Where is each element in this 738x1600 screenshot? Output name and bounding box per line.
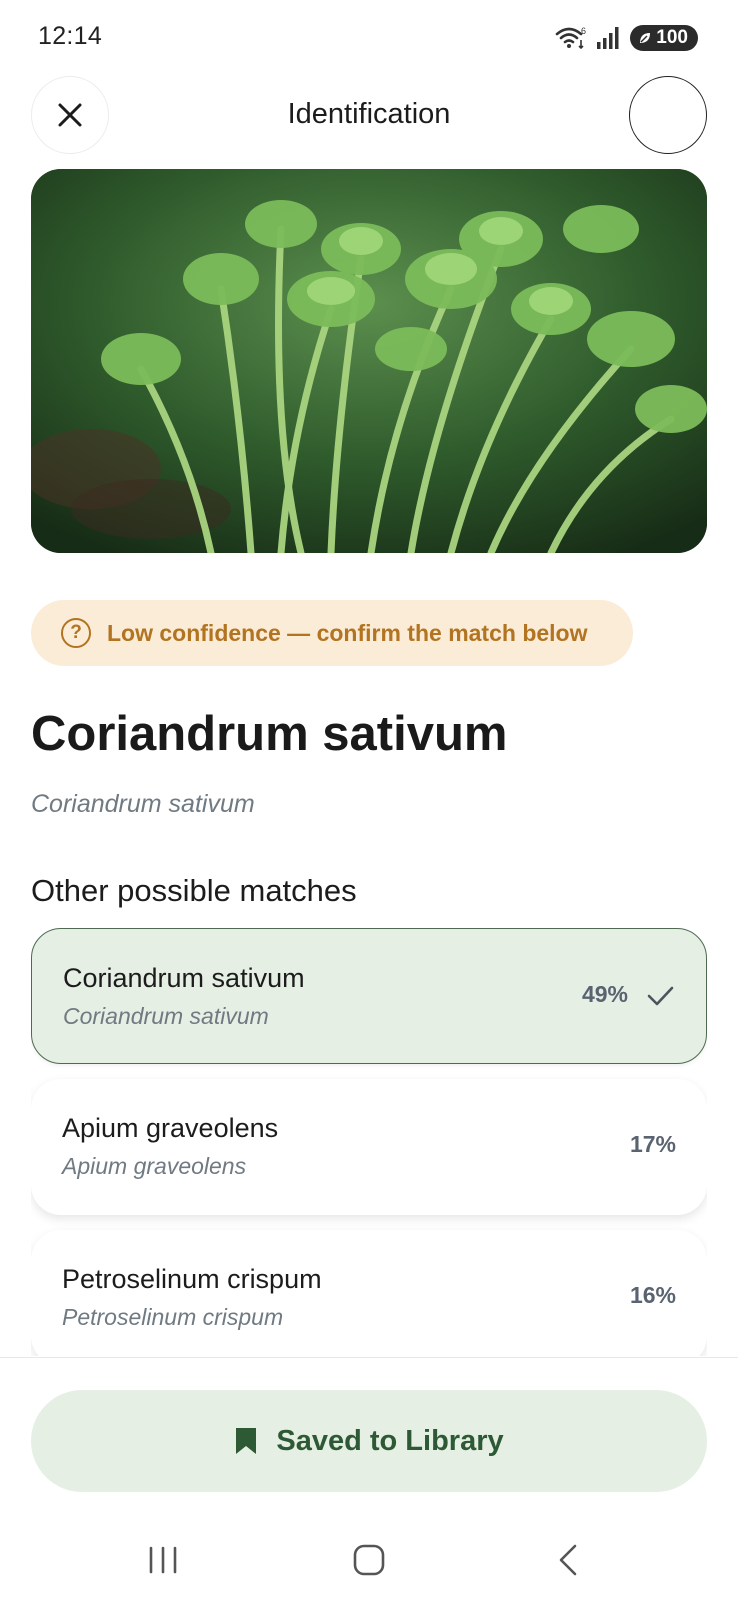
match-scientific-name: Coriandrum sativum [63,1003,269,1029]
plant-photo [31,169,707,553]
back-icon [559,1544,577,1576]
match-name: Apium graveolens [62,1113,279,1143]
match-name: Petroselinum crispum [62,1264,322,1294]
check-icon [647,986,674,1006]
page-title: Identification [287,98,451,130]
avatar-button[interactable] [629,76,707,154]
match-percent: 49% [581,981,628,1007]
cilantro-plant-photo [31,169,707,553]
recents-button[interactable] [133,1538,193,1582]
matches-list: Coriandrum sativum Coriandrum sativum 49… [31,928,707,1356]
match-percent: 16% [629,1282,676,1308]
confidence-text: Low confidence — confirm the match below [107,619,588,646]
result-name: Coriandrum sativum [31,707,508,761]
recents-icon [149,1546,177,1574]
status-bar: 12:14 6 100 [0,0,738,76]
match-name: Coriandrum sativum [63,963,305,993]
home-icon [353,1544,385,1576]
home-button[interactable] [339,1538,399,1582]
matches-title: Other possible matches [31,873,357,908]
header: Identification [0,76,738,154]
battery-level: 100 [656,27,688,48]
match-card[interactable]: Apium graveolens Apium graveolens 17% [31,1079,707,1215]
divider [0,1357,738,1358]
wifi-icon: 6 [555,26,586,50]
question-icon: ? [61,618,91,648]
status-time: 12:14 [38,22,103,50]
saved-to-library-button[interactable]: Saved to Library [31,1390,707,1492]
back-button[interactable] [538,1538,598,1582]
signal-icon [597,27,619,49]
status-icons: 6 100 [554,24,698,52]
save-button-label: Saved to Library [276,1424,504,1457]
battery-icon: 100 [630,25,698,51]
system-nav-bar [0,1520,738,1600]
match-card[interactable]: Petroselinum crispum Petroselinum crispu… [31,1230,707,1356]
match-percent: 17% [629,1131,676,1157]
battery-saver-leaf-icon [640,33,651,43]
bookmark-icon [236,1428,257,1454]
match-scientific-name: Apium graveolens [62,1153,247,1179]
match-scientific-name: Petroselinum crispum [62,1304,284,1330]
confidence-badge: ? Low confidence — confirm the match bel… [31,600,633,666]
match-card[interactable]: Coriandrum sativum Coriandrum sativum 49… [31,928,707,1064]
result-scientific-name: Coriandrum sativum [31,790,255,818]
svg-text:6: 6 [581,26,586,36]
